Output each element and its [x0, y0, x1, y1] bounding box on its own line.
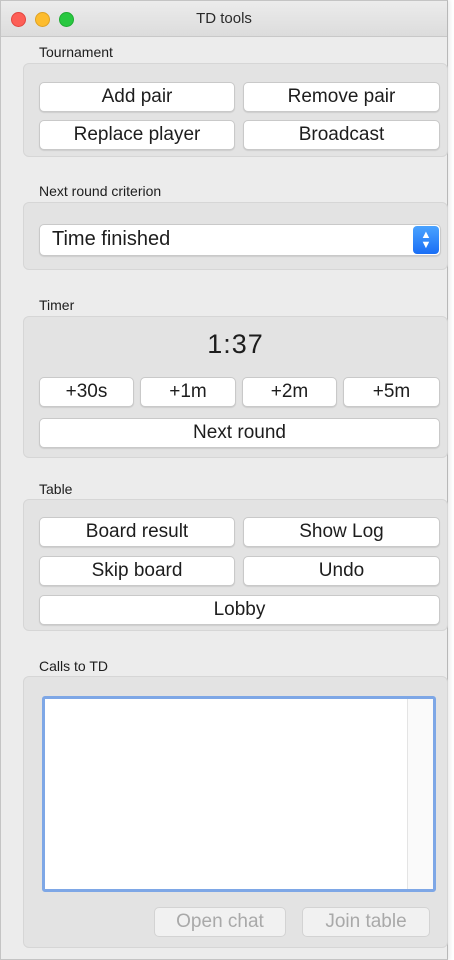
- add-1m-button[interactable]: +1m: [140, 377, 236, 407]
- table-label: Table: [39, 481, 73, 497]
- broadcast-button[interactable]: Broadcast: [243, 120, 440, 150]
- calls-list-scrollbar[interactable]: [407, 699, 433, 889]
- tournament-label: Tournament: [39, 44, 113, 60]
- window-title: TD tools: [196, 10, 252, 27]
- add-2m-button[interactable]: +2m: [242, 377, 337, 407]
- add-30s-button[interactable]: +30s: [39, 377, 134, 407]
- chevron-up-down-icon: ▲ ▼: [413, 226, 439, 254]
- replace-player-button[interactable]: Replace player: [39, 120, 235, 150]
- title-bar[interactable]: TD tools: [1, 1, 447, 37]
- show-log-button[interactable]: Show Log: [243, 517, 440, 547]
- skip-board-button[interactable]: Skip board: [39, 556, 235, 586]
- remove-pair-button[interactable]: Remove pair: [243, 82, 440, 112]
- join-table-button[interactable]: Join table: [302, 907, 430, 937]
- board-result-button[interactable]: Board result: [39, 517, 235, 547]
- undo-button[interactable]: Undo: [243, 556, 440, 586]
- calls-label: Calls to TD: [39, 658, 108, 674]
- lobby-button[interactable]: Lobby: [39, 595, 440, 625]
- calls-list[interactable]: [42, 696, 436, 892]
- td-tools-window: TD tools Tournament Add pair Remove pair…: [0, 0, 448, 960]
- criterion-select[interactable]: Time finished ▲ ▼: [39, 224, 441, 256]
- timer-label: Timer: [39, 297, 75, 313]
- criterion-label: Next round criterion: [39, 183, 162, 199]
- add-5m-button[interactable]: +5m: [343, 377, 440, 407]
- timer-display: 1:37: [207, 329, 264, 359]
- add-pair-button[interactable]: Add pair: [39, 82, 235, 112]
- open-chat-button[interactable]: Open chat: [154, 907, 286, 937]
- criterion-selected-value: Time finished: [52, 228, 171, 250]
- next-round-button[interactable]: Next round: [39, 418, 440, 448]
